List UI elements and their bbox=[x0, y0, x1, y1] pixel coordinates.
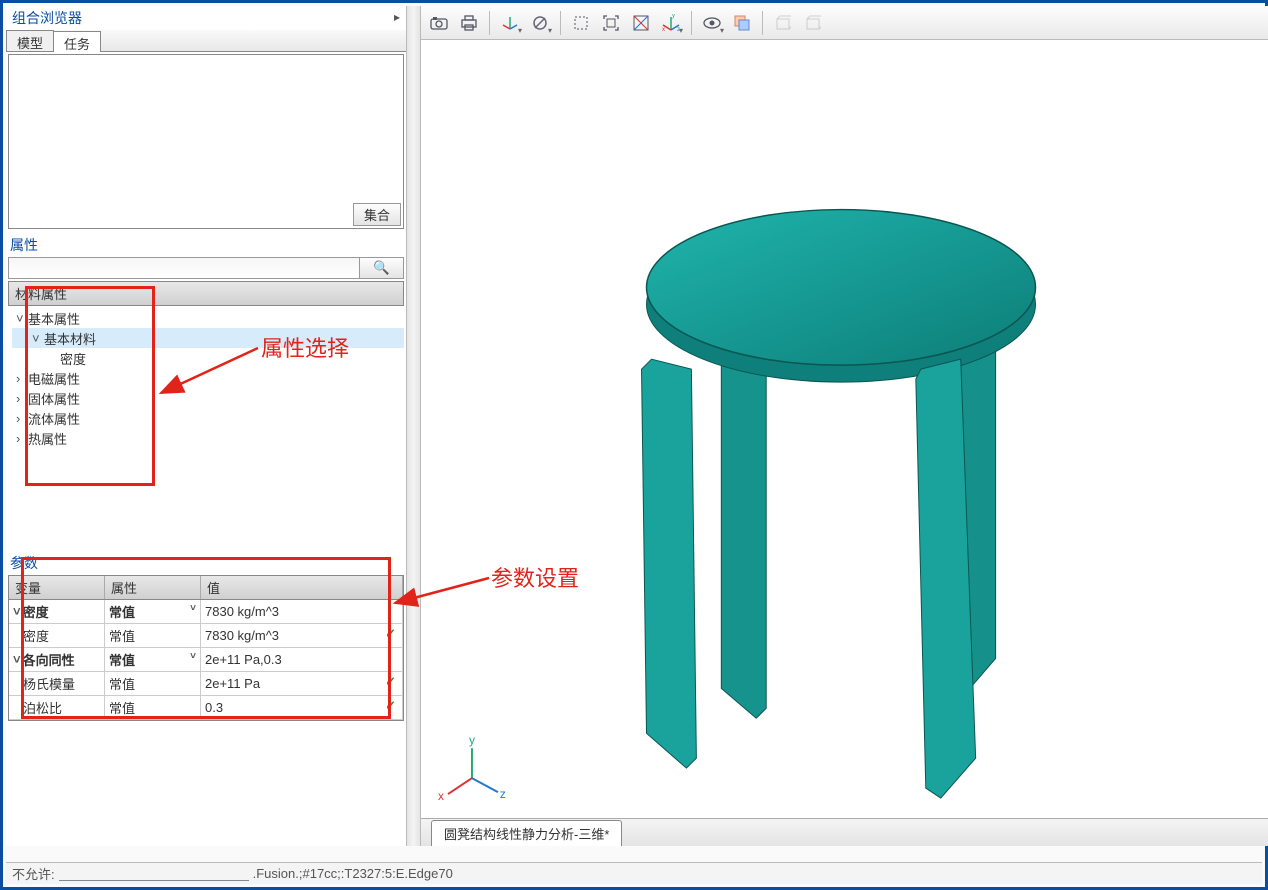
param-attr[interactable]: 常值 bbox=[105, 696, 201, 719]
check-icon: ✓ bbox=[385, 626, 396, 642]
viewport-toolbar: y z x bbox=[421, 6, 1268, 40]
params-row[interactable]: ˅各向同性常值˅2e+11 Pa,0.3 bbox=[9, 648, 403, 672]
col-variable: 变量 bbox=[9, 576, 105, 599]
param-attr[interactable]: 常值 bbox=[105, 624, 201, 647]
tree-label: 流体属性 bbox=[28, 409, 80, 428]
check-icon: ✓ bbox=[385, 698, 396, 714]
status-prefix: 不允许: bbox=[12, 864, 55, 883]
tree-density[interactable]: 密度 bbox=[12, 348, 404, 368]
params-row[interactable]: ˅密度常值˅7830 kg/m^3 bbox=[9, 600, 403, 624]
tree-thermal-props[interactable]: ›热属性 bbox=[12, 428, 404, 448]
right-panel: y z x bbox=[421, 6, 1268, 846]
property-search-button[interactable]: 🔍 bbox=[360, 257, 404, 279]
compass-icon[interactable] bbox=[627, 9, 655, 37]
vertical-splitter[interactable] bbox=[406, 6, 421, 846]
fit-view-icon[interactable] bbox=[597, 9, 625, 37]
params-row[interactable]: 泊松比常值0.3✓ bbox=[9, 696, 403, 720]
params-table: 变量 属性 值 ˅密度常值˅7830 kg/m^3密度常值7830 kg/m^3… bbox=[8, 575, 404, 721]
axis-dropdown-icon[interactable] bbox=[496, 9, 524, 37]
minimize-left-icon[interactable]: ▸ bbox=[394, 10, 400, 24]
property-search-input[interactable] bbox=[8, 257, 360, 279]
xyz-axis-dropdown-icon[interactable]: y z x bbox=[657, 9, 685, 37]
properties-section-label: 属性 bbox=[6, 231, 406, 255]
3d-viewport[interactable]: y z x bbox=[421, 40, 1268, 818]
tree-label: 固体属性 bbox=[28, 389, 80, 408]
param-var: 杨氏模量 bbox=[9, 672, 105, 695]
params-section-label: 参数 bbox=[10, 553, 402, 573]
params-header: 变量 属性 值 bbox=[8, 575, 404, 600]
left-panel: 组合浏览器 ▸ 模型 任务 集合 属性 🔍 材料属性 ˅基本属性 ˅基本材料 密… bbox=[6, 6, 406, 846]
svg-text:z: z bbox=[677, 27, 680, 32]
viewport-tab[interactable]: 圆凳结构线性静力分析-三维* bbox=[431, 820, 622, 846]
svg-text:y: y bbox=[672, 14, 675, 19]
tree-label: 热属性 bbox=[28, 429, 67, 448]
axis-y-label: y bbox=[469, 733, 475, 747]
viewport-tab-bar: 圆凳结构线性静力分析-三维* bbox=[421, 818, 1268, 846]
tree-label: 基本属性 bbox=[28, 309, 80, 328]
col-value: 值 bbox=[201, 576, 403, 599]
param-val[interactable]: 0.3✓ bbox=[201, 696, 403, 719]
tree-fluid-props[interactable]: ›流体属性 bbox=[12, 408, 404, 428]
param-attr[interactable]: 常值 bbox=[105, 672, 201, 695]
box-tool-2-icon bbox=[799, 9, 827, 37]
col-attribute: 属性 bbox=[105, 576, 201, 599]
param-val[interactable]: 7830 kg/m^3 bbox=[201, 600, 403, 623]
collection-button[interactable]: 集合 bbox=[353, 203, 401, 226]
svg-text:x: x bbox=[662, 27, 665, 32]
check-icon: ✓ bbox=[385, 674, 396, 690]
tree-label: 电磁属性 bbox=[28, 369, 80, 388]
visibility-dropdown-icon[interactable] bbox=[698, 9, 726, 37]
tree-em-props[interactable]: ›电磁属性 bbox=[12, 368, 404, 388]
param-var: 密度 bbox=[9, 624, 105, 647]
axis-z-label: z bbox=[500, 787, 506, 801]
param-val[interactable]: 2e+11 Pa,0.3 bbox=[201, 648, 403, 671]
tab-tasks[interactable]: 任务 bbox=[53, 31, 101, 52]
material-props-tree[interactable]: ˅基本属性 ˅基本材料 密度 ›电磁属性 ›固体属性 ›流体属性 ›热属性 bbox=[8, 306, 404, 452]
panel-title: 组合浏览器 bbox=[6, 6, 406, 30]
left-tabs: 模型 任务 bbox=[6, 30, 406, 52]
material-props-header: 材料属性 bbox=[8, 281, 404, 306]
search-icon: 🔍 bbox=[373, 260, 390, 276]
status-underline bbox=[59, 867, 249, 881]
status-detail: .Fusion.;#17cc;:T2327:5:E.Edge70 bbox=[253, 866, 453, 881]
tree-basic-material[interactable]: ˅基本材料 bbox=[12, 328, 404, 348]
param-var: ˅各向同性 bbox=[9, 648, 105, 671]
param-attr[interactable]: 常值˅ bbox=[105, 648, 201, 671]
model-tree-box[interactable]: 集合 bbox=[8, 54, 404, 229]
tree-basic-props[interactable]: ˅基本属性 bbox=[12, 308, 404, 328]
select-rect-icon[interactable] bbox=[567, 9, 595, 37]
print-icon[interactable] bbox=[455, 9, 483, 37]
dropdown-caret-icon: ˅ bbox=[190, 603, 196, 614]
property-tree-panel: 材料属性 ˅基本属性 ˅基本材料 密度 ›电磁属性 ›固体属性 ›流体属性 ›热… bbox=[8, 281, 404, 551]
param-var: ˅密度 bbox=[9, 600, 105, 623]
params-row[interactable]: 杨氏模量常值2e+11 Pa✓ bbox=[9, 672, 403, 696]
layers-icon[interactable] bbox=[728, 9, 756, 37]
axis-x-label: x bbox=[438, 789, 444, 803]
status-bar: 不允许: .Fusion.;#17cc;:T2327:5:E.Edge70 bbox=[6, 862, 1262, 884]
param-attr[interactable]: 常值˅ bbox=[105, 600, 201, 623]
tree-solid-props[interactable]: ›固体属性 bbox=[12, 388, 404, 408]
tab-model[interactable]: 模型 bbox=[6, 30, 54, 51]
dropdown-caret-icon: ˅ bbox=[190, 651, 196, 662]
param-var: 泊松比 bbox=[9, 696, 105, 719]
param-val[interactable]: 2e+11 Pa✓ bbox=[201, 672, 403, 695]
no-entry-dropdown-icon[interactable] bbox=[526, 9, 554, 37]
tree-label: 密度 bbox=[60, 349, 86, 368]
tree-label: 基本材料 bbox=[44, 329, 96, 348]
params-row[interactable]: 密度常值7830 kg/m^3✓ bbox=[9, 624, 403, 648]
box-tool-1-icon bbox=[769, 9, 797, 37]
camera-icon[interactable] bbox=[425, 9, 453, 37]
param-val[interactable]: 7830 kg/m^3✓ bbox=[201, 624, 403, 647]
